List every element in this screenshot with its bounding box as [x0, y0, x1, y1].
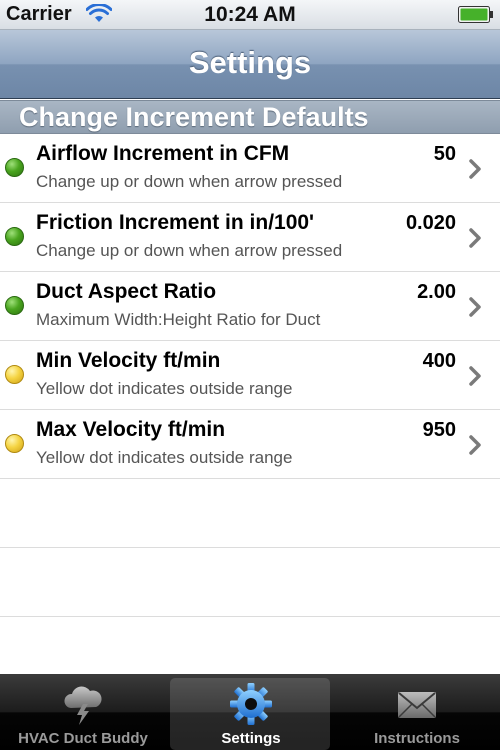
section-header: Change Increment Defaults [0, 100, 500, 134]
empty-row [0, 548, 500, 617]
tab-settings[interactable]: Settings [168, 674, 334, 750]
setting-row-max-velocity[interactable]: Max Velocity ft/min Yellow dot indicates… [0, 410, 500, 479]
row-title: Min Velocity ft/min [36, 349, 221, 372]
row-value: 50 [433, 143, 456, 165]
row-subtitle: Yellow dot indicates outside range [36, 448, 293, 467]
tab-label: HVAC Duct Buddy [18, 730, 148, 747]
cloud-lightning-icon [64, 686, 102, 725]
row-subtitle: Change up or down when arrow pressed [36, 241, 343, 260]
chevron-right-icon [469, 435, 481, 455]
page-title: Settings [188, 45, 312, 80]
tab-label: Settings [221, 730, 281, 747]
row-value: 2.00 [417, 281, 456, 303]
empty-row [0, 479, 500, 548]
setting-row-friction-increment[interactable]: Friction Increment in in/100' Change up … [0, 203, 500, 272]
status-bar: Carrier 10:24 AM [0, 0, 500, 30]
tab-hvac-duct-buddy[interactable]: HVAC Duct Buddy [0, 674, 166, 750]
row-value: 0.020 [405, 212, 456, 234]
battery-icon [458, 6, 493, 23]
row-title: Airflow Increment in CFM [36, 142, 290, 165]
setting-row-duct-aspect-ratio[interactable]: Duct Aspect Ratio Maximum Width:Height R… [0, 272, 500, 341]
status-dot-yellow-icon [5, 434, 24, 453]
navigation-bar: Settings [0, 30, 500, 99]
setting-row-airflow-increment[interactable]: Airflow Increment in CFM Change up or do… [0, 134, 500, 203]
section-title: Change Increment Defaults [19, 102, 369, 132]
setting-row-min-velocity[interactable]: Min Velocity ft/min Yellow dot indicates… [0, 341, 500, 410]
chevron-right-icon [469, 297, 481, 317]
chevron-right-icon [469, 159, 481, 179]
tab-label: Instructions [374, 730, 460, 747]
row-subtitle: Maximum Width:Height Ratio for Duct [36, 310, 321, 329]
tab-bar: HVAC Duct Buddy Settings Instructions [0, 674, 500, 750]
row-subtitle: Yellow dot indicates outside range [36, 379, 293, 398]
tab-instructions[interactable]: Instructions [334, 674, 500, 750]
gear-icon [230, 683, 272, 725]
row-subtitle: Change up or down when arrow pressed [36, 172, 343, 191]
status-dot-green-icon [5, 296, 24, 315]
row-value: 400 [422, 350, 456, 372]
status-dot-green-icon [5, 227, 24, 246]
envelope-icon [398, 692, 436, 718]
row-value: 950 [422, 419, 456, 441]
status-dot-yellow-icon [5, 365, 24, 384]
chevron-right-icon [469, 366, 481, 386]
chevron-right-icon [469, 228, 481, 248]
settings-table: Airflow Increment in CFM Change up or do… [0, 134, 500, 617]
row-title: Duct Aspect Ratio [36, 280, 217, 303]
row-title: Max Velocity ft/min [36, 418, 226, 441]
status-dot-green-icon [5, 158, 24, 177]
row-title: Friction Increment in in/100' [36, 211, 315, 234]
clock-time: 10:24 AM [204, 3, 296, 26]
